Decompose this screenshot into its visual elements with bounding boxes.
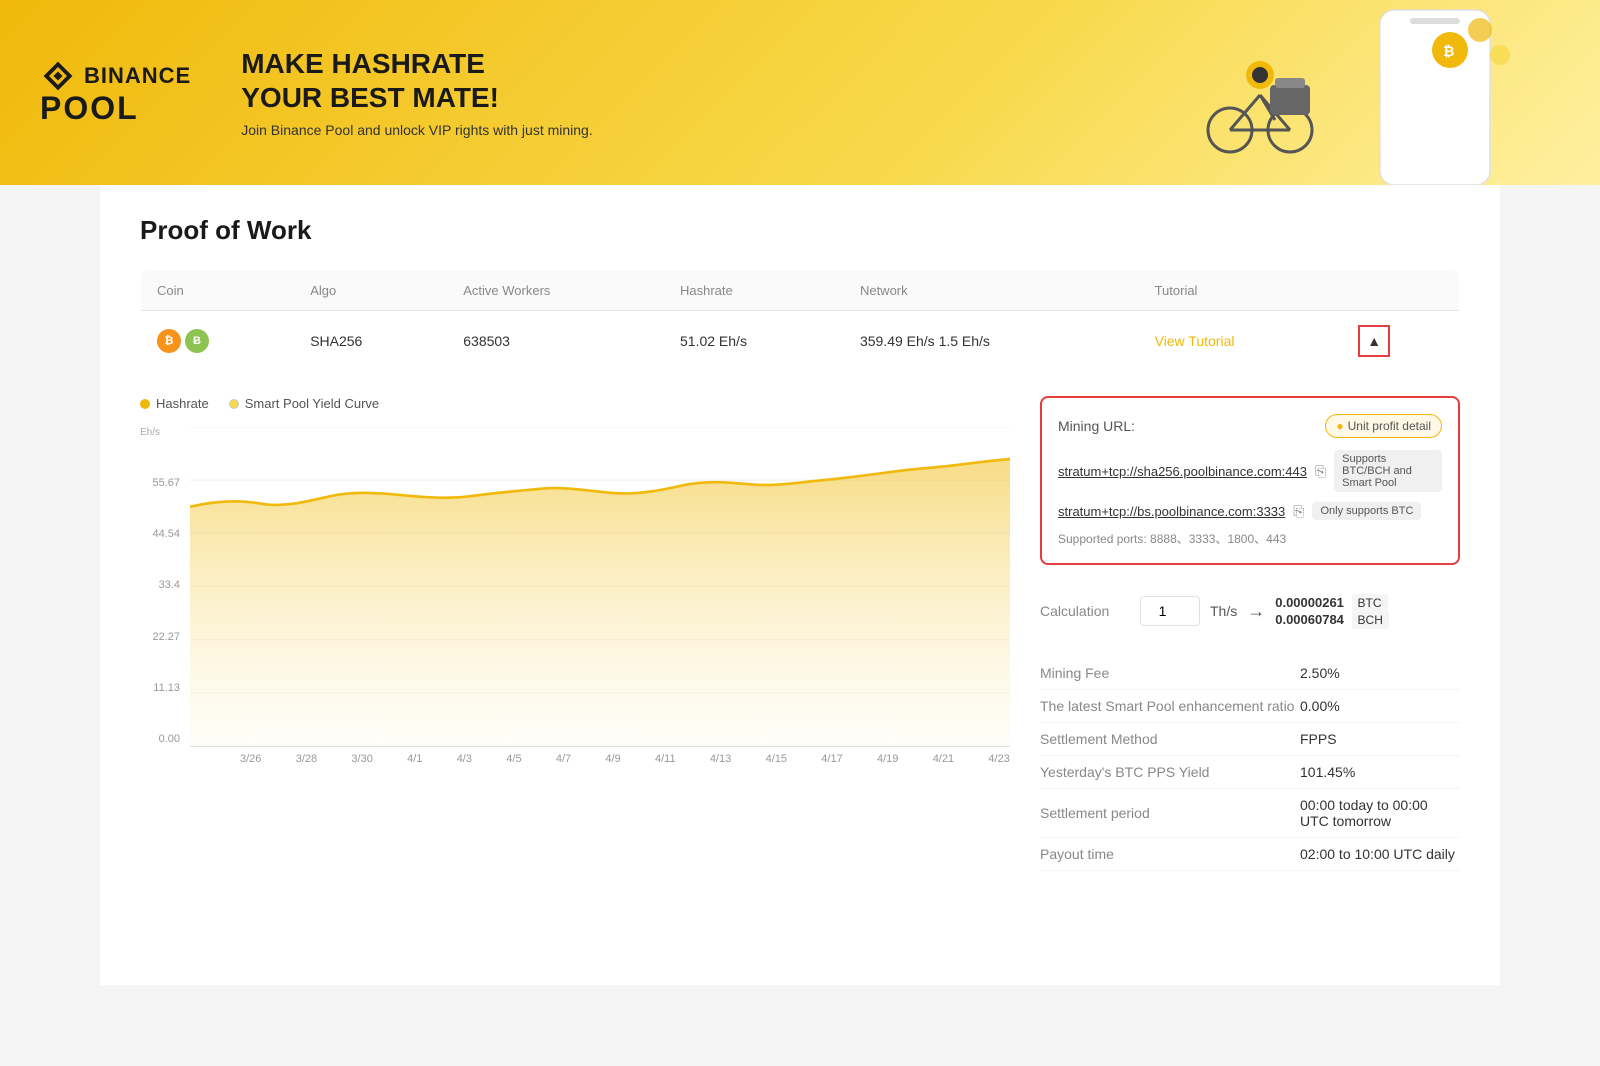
- calc-btc-value: 0.00000261: [1275, 595, 1344, 610]
- info-value-4: 00:00 today to 00:00 UTC tomorrow: [1300, 797, 1460, 829]
- banner: BINANCE POOL MAKE HASHRATE YOUR BEST MAT…: [0, 0, 1600, 185]
- copy-icon-1[interactable]: ⎘: [1315, 463, 1326, 480]
- hashrate-legend-label: Hashrate: [156, 396, 209, 411]
- page-title: Proof of Work: [140, 215, 1460, 246]
- col-algo: Algo: [294, 271, 447, 311]
- legend-hashrate: Hashrate: [140, 396, 209, 411]
- banner-tagline: MAKE HASHRATE YOUR BEST MATE! Join Binan…: [241, 47, 593, 138]
- col-tutorial: Tutorial: [1139, 271, 1343, 311]
- info-row-0: Mining Fee 2.50%: [1040, 657, 1460, 690]
- col-hashrate: Hashrate: [664, 271, 844, 311]
- chart-container: Hashrate Smart Pool Yield Curve Eh/s 55.…: [140, 396, 1010, 871]
- copy-icon-2[interactable]: ⎘: [1293, 503, 1304, 520]
- info-row-2: Settlement Method FPPS: [1040, 723, 1460, 756]
- network-cell: 359.49 Eh/s 1.5 Eh/s: [844, 311, 1139, 372]
- banner-headline: MAKE HASHRATE YOUR BEST MATE!: [241, 47, 593, 114]
- info-row-3: Yesterday's BTC PPS Yield 101.45%: [1040, 756, 1460, 789]
- hashrate-cell: 51.02 Eh/s: [664, 311, 844, 372]
- chart-x-labels: 3/26 3/28 3/30 4/1 4/3 4/5 4/7 4/9 4/11 …: [240, 753, 1010, 765]
- bch-icon: Ƀ: [185, 329, 209, 353]
- info-label-2: Settlement Method: [1040, 731, 1300, 747]
- col-network: Network: [844, 271, 1139, 311]
- info-label-3: Yesterday's BTC PPS Yield: [1040, 764, 1300, 780]
- info-value-2: FPPS: [1300, 731, 1337, 747]
- info-row-1: The latest Smart Pool enhancement ratio …: [1040, 690, 1460, 723]
- unit-profit-button[interactable]: ● Unit profit detail: [1325, 414, 1442, 438]
- calc-arrow-icon: →: [1247, 601, 1265, 622]
- info-section: Mining Fee 2.50% The latest Smart Pool e…: [1040, 657, 1460, 871]
- chart-svg: [190, 427, 1010, 746]
- url2-row: stratum+tcp://bs.poolbinance.com:3333 ⎘ …: [1058, 502, 1442, 520]
- hashrate-dot: [140, 399, 150, 409]
- supported-ports: Supported ports: 8888、3333、1800、443: [1058, 530, 1442, 547]
- pow-table: Coin Algo Active Workers Hashrate Networ…: [140, 270, 1460, 372]
- url1-row: stratum+tcp://sha256.poolbinance.com:443…: [1058, 450, 1442, 492]
- smart-pool-legend-label: Smart Pool Yield Curve: [245, 396, 379, 411]
- main-content: Proof of Work Coin Algo Active Workers H…: [100, 185, 1500, 985]
- info-label-0: Mining Fee: [1040, 665, 1300, 681]
- info-label-1: The latest Smart Pool enhancement ratio: [1040, 698, 1300, 714]
- col-coin: Coin: [141, 271, 295, 311]
- calculation-section: Calculation Th/s → 0.00000261 BTC 0.0006…: [1040, 585, 1460, 637]
- info-row-4: Settlement period 00:00 today to 00:00 U…: [1040, 789, 1460, 838]
- btc-icon: ₿: [157, 329, 181, 353]
- calc-btc-unit: BTC: [1352, 594, 1388, 612]
- calc-bch-value: 0.00060784: [1275, 612, 1344, 627]
- info-value-3: 101.45%: [1300, 764, 1355, 780]
- calc-unit: Th/s: [1210, 603, 1237, 619]
- banner-illustration: ₿: [1120, 0, 1580, 185]
- col-workers: Active Workers: [447, 271, 664, 311]
- info-row-5: Payout time 02:00 to 10:00 UTC daily: [1040, 838, 1460, 871]
- banner-art: ₿: [1100, 0, 1600, 185]
- mining-url2-link[interactable]: stratum+tcp://bs.poolbinance.com:3333: [1058, 504, 1285, 519]
- chart-area: [190, 427, 1010, 747]
- calc-result-bch: 0.00060784 BCH: [1275, 612, 1389, 627]
- legend-smart-pool: Smart Pool Yield Curve: [229, 396, 379, 411]
- info-label-5: Payout time: [1040, 846, 1300, 862]
- banner-subtext: Join Binance Pool and unlock VIP rights …: [241, 122, 593, 138]
- right-panel: Mining URL: ● Unit profit detail stratum…: [1040, 396, 1460, 871]
- calc-result: 0.00000261 BTC 0.00060784 BCH: [1275, 595, 1389, 627]
- url1-tag: Supports BTC/BCH and Smart Pool: [1334, 450, 1442, 492]
- coin-icons: ₿ Ƀ: [157, 329, 278, 353]
- info-value-0: 2.50%: [1300, 665, 1340, 681]
- view-tutorial-link[interactable]: View Tutorial: [1155, 333, 1235, 349]
- calc-input[interactable]: [1140, 596, 1200, 626]
- info-value-1: 0.00%: [1300, 698, 1340, 714]
- banner-logo: BINANCE POOL: [40, 58, 191, 127]
- smart-pool-dot: [229, 399, 239, 409]
- table-row: ₿ Ƀ SHA256 638503 51.02 Eh/s 359.49 Eh/s…: [141, 311, 1460, 372]
- mining-url-box: Mining URL: ● Unit profit detail stratum…: [1040, 396, 1460, 565]
- calc-row: Calculation Th/s → 0.00000261 BTC 0.0006…: [1040, 585, 1460, 637]
- chart-y-labels: Eh/s 55.67 44.54 33.4 22.27 11.13 0.00: [140, 427, 180, 745]
- binance-diamond-icon: [40, 58, 76, 94]
- chart-wrap: Eh/s 55.67 44.54 33.4 22.27 11.13 0.00: [140, 427, 1010, 765]
- logo-binance-text: BINANCE: [84, 63, 191, 89]
- chart-legend: Hashrate Smart Pool Yield Curve: [140, 396, 1010, 411]
- expand-button[interactable]: ▲: [1358, 325, 1390, 357]
- info-value-5: 02:00 to 10:00 UTC daily: [1300, 846, 1455, 862]
- mining-url-title: Mining URL:: [1058, 418, 1135, 434]
- calc-bch-unit: BCH: [1352, 611, 1389, 629]
- logo-pool-text: POOL: [40, 90, 191, 127]
- mining-url-header: Mining URL: ● Unit profit detail: [1058, 414, 1442, 438]
- mining-url1-link[interactable]: stratum+tcp://sha256.poolbinance.com:443: [1058, 464, 1307, 479]
- svg-text:₿: ₿: [1443, 43, 1454, 59]
- y-unit: Eh/s: [140, 427, 180, 438]
- workers-cell: 638503: [447, 311, 664, 372]
- info-dot-icon: ●: [1336, 419, 1343, 433]
- calc-label: Calculation: [1040, 603, 1130, 619]
- url2-tag: Only supports BTC: [1312, 502, 1421, 520]
- chart-section: Hashrate Smart Pool Yield Curve Eh/s 55.…: [140, 396, 1460, 871]
- calc-result-btc: 0.00000261 BTC: [1275, 595, 1389, 610]
- algo-cell: SHA256: [294, 311, 447, 372]
- info-label-4: Settlement period: [1040, 805, 1300, 821]
